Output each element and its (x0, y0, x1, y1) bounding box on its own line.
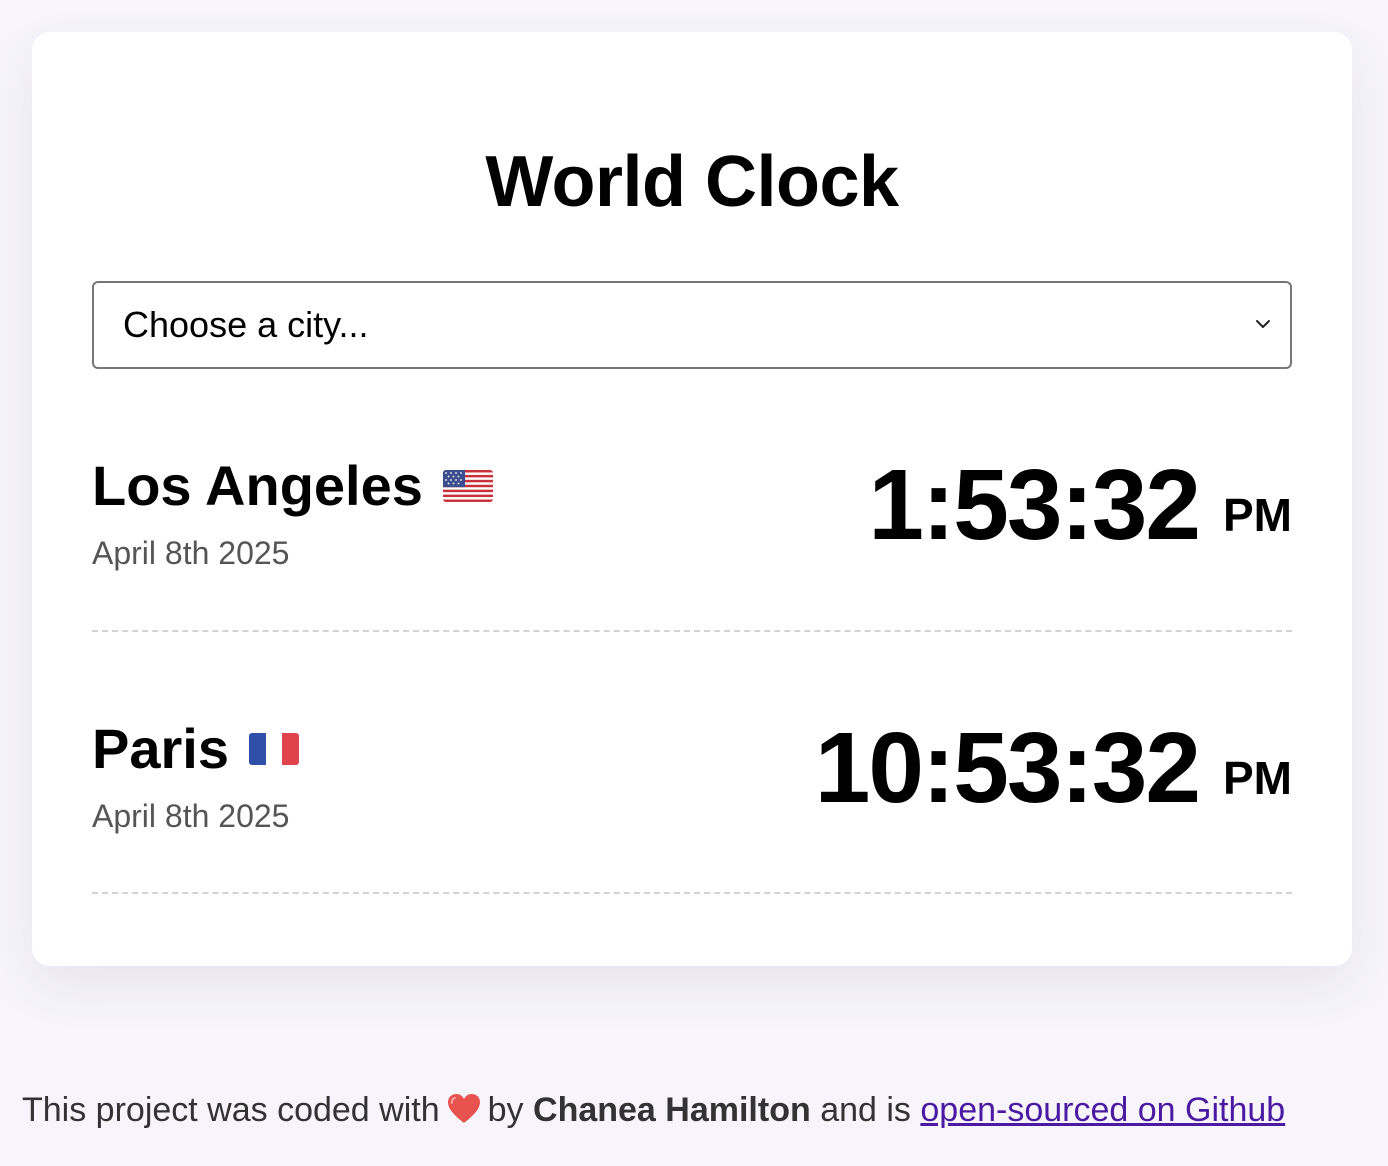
time-ampm: PM (1223, 752, 1292, 804)
time-digits: 1:53:32 (868, 449, 1201, 561)
city-time: 1:53:32 PM (868, 455, 1292, 585)
city-date: April 8th 2025 (92, 535, 290, 571)
us-flag-icon (442, 470, 493, 503)
city-time: 10:53:32 PM (815, 718, 1292, 848)
city-date: April 8th 2025 (92, 798, 290, 834)
city-select-value: Choose a city... (123, 304, 369, 345)
city-row-paris: Paris April 8th 2025 10:53:32 PM (92, 632, 1292, 894)
heart-icon (447, 1094, 480, 1124)
city-row-los-angeles: Los Angeles April 8th 2025 1:53:32 PM (92, 369, 1292, 632)
france-flag-icon (249, 733, 299, 766)
city-name-row: Los Angeles (92, 454, 493, 518)
time-ampm: PM (1223, 489, 1292, 541)
footer: This project was coded with by Chanea Ha… (22, 1089, 1285, 1131)
footer-author: Chanea Hamilton (533, 1091, 811, 1129)
footer-text: This project was coded with (22, 1091, 440, 1129)
city-name: Los Angeles (92, 454, 423, 517)
time-digits: 10:53:32 (814, 712, 1201, 824)
page-title: World Clock (485, 142, 899, 222)
city-name: Paris (92, 717, 229, 780)
footer-by: by (487, 1091, 524, 1129)
github-link[interactable]: open-sourced on Github (920, 1091, 1285, 1129)
chevron-down-icon (1256, 320, 1270, 328)
city-select[interactable]: Choose a city... (92, 281, 1292, 369)
footer-and: and is (820, 1091, 911, 1129)
city-name-row: Paris (92, 717, 299, 781)
world-clock-card: World Clock Choose a city... Los Angeles (32, 32, 1352, 966)
